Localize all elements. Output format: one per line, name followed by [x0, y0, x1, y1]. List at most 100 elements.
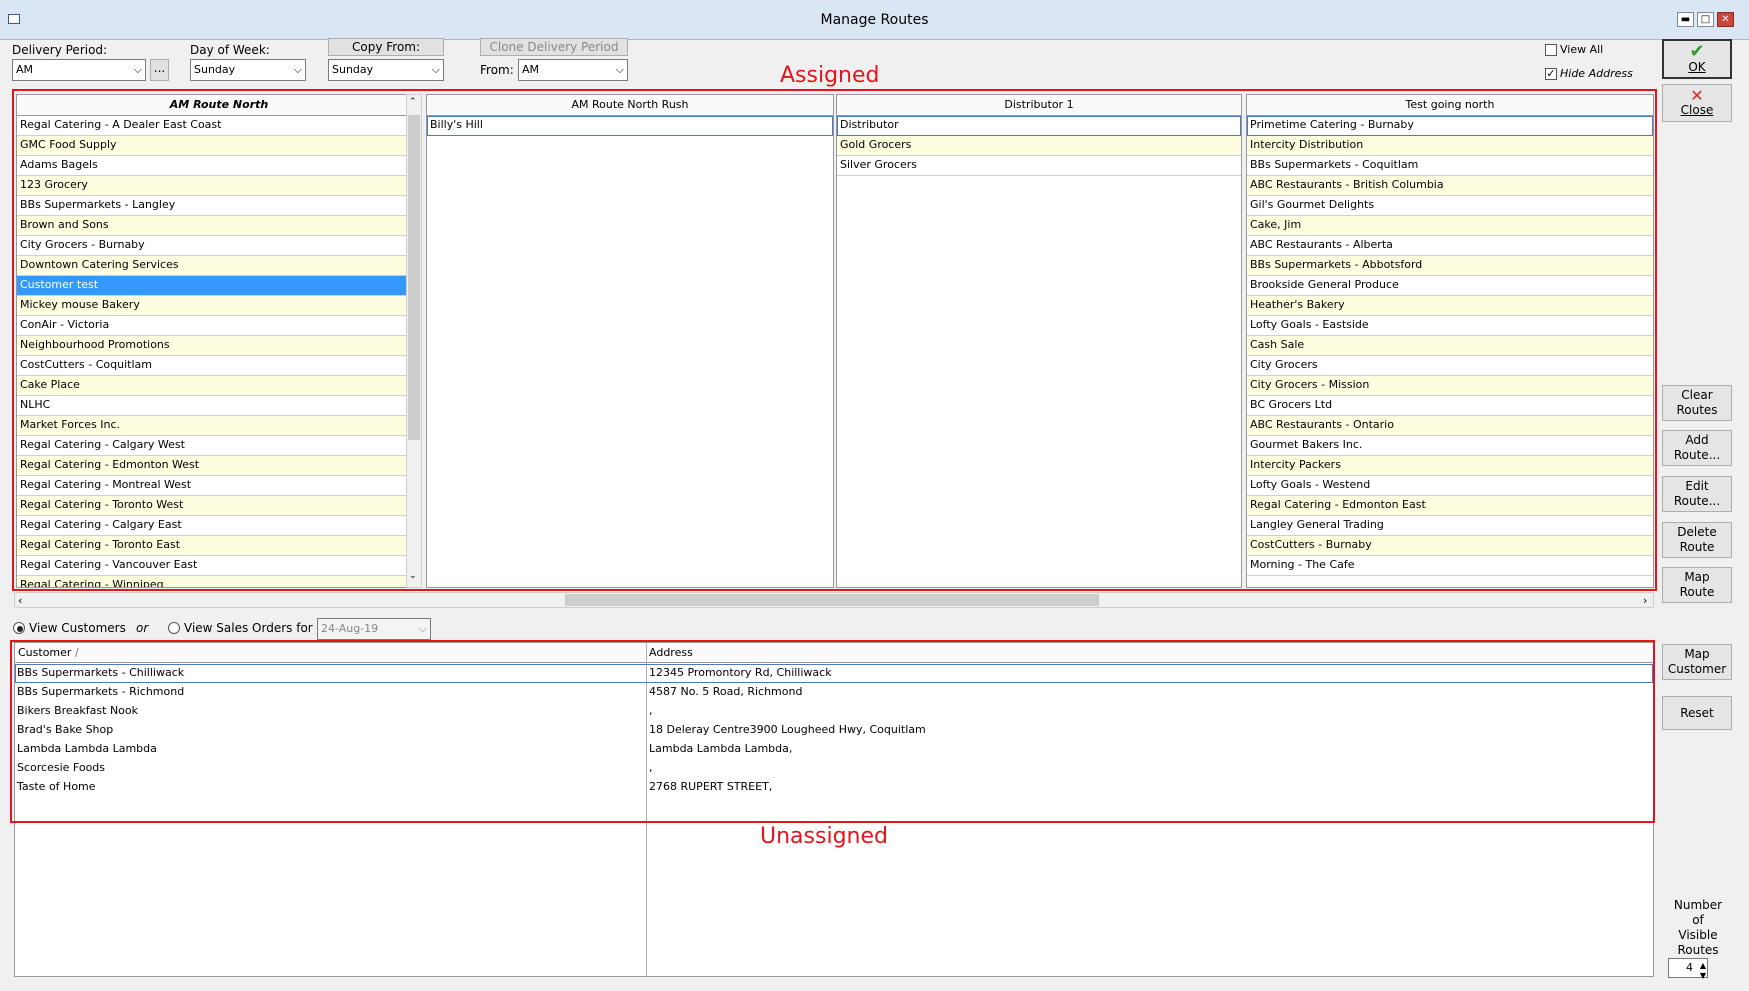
route-customer-row[interactable]: Intercity Packers — [1247, 456, 1653, 476]
copy-from-select[interactable]: Sunday ⌵ — [328, 59, 444, 81]
route-customer-row[interactable]: 123 Grocery — [17, 176, 421, 196]
route-customer-row[interactable]: Regal Catering - Montreal West — [17, 476, 421, 496]
route-customer-row[interactable]: Lofty Goals - Westend — [1247, 476, 1653, 496]
route-customer-row[interactable]: GMC Food Supply — [17, 136, 421, 156]
route-customer-row[interactable]: Lofty Goals - Eastside — [1247, 316, 1653, 336]
table-row[interactable]: Brad's Bake Shop 18 Deleray Centre3900 Lo… — [15, 721, 1653, 740]
day-of-week-select[interactable]: Sunday ⌵ — [190, 59, 306, 81]
route-vertical-scrollbar[interactable]: ⌃ ⌄ — [406, 94, 422, 588]
route-customer-row[interactable]: Neighbourhood Promotions — [17, 336, 421, 356]
route-customer-row[interactable]: Market Forces Inc. — [17, 416, 421, 436]
route-customer-row[interactable]: Morning - The Cafe — [1247, 556, 1653, 576]
close-button[interactable]: ✕ Close — [1662, 84, 1732, 122]
route-customer-row[interactable]: Cake, Jim — [1247, 216, 1653, 236]
route-customer-row[interactable]: Regal Catering - A Dealer East Coast — [17, 116, 421, 136]
route-customer-row[interactable]: Regal Catering - Edmonton West — [17, 456, 421, 476]
view-all-checkbox[interactable] — [1545, 44, 1557, 56]
route-customer-row[interactable]: Downtown Catering Services — [17, 256, 421, 276]
route-customer-row[interactable]: Mickey mouse Bakery — [17, 296, 421, 316]
table-row[interactable]: Bikers Breakfast Nook, — [15, 702, 1653, 721]
chevron-down-icon[interactable]: ⌄ — [409, 571, 417, 581]
table-row[interactable]: Taste of Home 2768 RUPERT STREET, — [15, 778, 1653, 797]
route-customer-row[interactable]: Gold Grocers — [837, 136, 1241, 156]
sales-orders-date-picker[interactable]: 24-Aug-19 ⌵ — [317, 618, 431, 640]
route-customer-row[interactable]: Regal Catering - Toronto East — [17, 536, 421, 556]
table-row[interactable]: BBs Supermarkets - Richmond 4587 No. 5 Ro… — [15, 683, 1653, 702]
maximize-button[interactable]: □ — [1697, 12, 1714, 27]
hide-address-label: Hide Address — [1560, 67, 1633, 80]
route-customer-row[interactable]: CostCutters - Coquitlam — [17, 356, 421, 376]
route-customer-row[interactable]: Intercity Distribution — [1247, 136, 1653, 156]
chevron-right-icon[interactable]: › — [1643, 594, 1647, 607]
ok-button[interactable]: ✔ OK — [1662, 39, 1732, 79]
route-customer-row[interactable]: BBs Supermarkets - Abbotsford — [1247, 256, 1653, 276]
route-customer-row[interactable]: Regal Catering - Vancouver East — [17, 556, 421, 576]
route-customer-row[interactable]: Billy's Hill — [427, 116, 833, 136]
window-close-button[interactable]: ✕ — [1717, 12, 1734, 27]
copy-from-button[interactable]: Copy From: — [328, 38, 444, 56]
route-customer-row[interactable]: CostCutters - Burnaby — [1247, 536, 1653, 556]
view-customers-radio[interactable] — [13, 622, 25, 634]
visible-routes-stepper[interactable]: 4 ▲ ▼ — [1668, 958, 1708, 980]
route-customer-row[interactable]: BC Grocers Ltd — [1247, 396, 1653, 416]
route-customer-row[interactable]: Primetime Catering - Burnaby — [1247, 116, 1653, 136]
route-customer-row[interactable]: Regal Catering - Calgary West — [17, 436, 421, 456]
route-customer-row[interactable]: BBs Supermarkets - Langley — [17, 196, 421, 216]
clear-routes-button[interactable]: Clear Routes — [1662, 385, 1732, 421]
route-customer-row[interactable]: City Grocers - Burnaby — [17, 236, 421, 256]
route-customer-row[interactable]: Regal Catering - Edmonton East — [1247, 496, 1653, 516]
route-customer-row[interactable]: ABC Restaurants - British Columbia — [1247, 176, 1653, 196]
route-header[interactable]: AM Route North Rush — [427, 95, 833, 116]
route-customer-row[interactable]: Langley General Trading — [1247, 516, 1653, 536]
scrollbar-thumb[interactable] — [408, 115, 420, 440]
add-route-button[interactable]: Add Route... — [1662, 430, 1732, 466]
from-select[interactable]: AM ⌵ — [518, 59, 628, 81]
minimize-button[interactable]: ▬ — [1677, 12, 1694, 27]
route-customer-row[interactable]: Distributor — [837, 116, 1241, 136]
route-header[interactable]: Distributor 1 — [837, 95, 1241, 116]
view-sales-orders-radio[interactable] — [168, 622, 180, 634]
delete-route-button[interactable]: Delete Route — [1662, 522, 1732, 558]
routes-horizontal-scrollbar[interactable]: ‹ › — [14, 592, 1654, 608]
table-row[interactable]: BBs Supermarkets - Chilliwack 12345 Promo… — [15, 664, 1653, 683]
route-customer-row[interactable]: Cake Place — [17, 376, 421, 396]
route-customer-row[interactable]: City Grocers — [1247, 356, 1653, 376]
route-customer-row[interactable]: Silver Grocers — [837, 156, 1241, 176]
route-customer-row[interactable]: NLHC — [17, 396, 421, 416]
route-customer-row[interactable]: ABC Restaurants - Alberta — [1247, 236, 1653, 256]
route-customer-row[interactable]: Cash Sale — [1247, 336, 1653, 356]
route-customer-row[interactable]: Adams Bagels — [17, 156, 421, 176]
route-customer-row[interactable]: Regal Catering - Toronto West — [17, 496, 421, 516]
route-customer-row[interactable]: City Grocers - Mission — [1247, 376, 1653, 396]
delivery-period-browse-button[interactable]: ... — [150, 59, 169, 81]
customer-column-header[interactable]: Customer / — [18, 646, 79, 659]
chevron-left-icon[interactable]: ‹ — [18, 594, 22, 607]
route-header[interactable]: Test going north — [1247, 95, 1653, 116]
route-customer-row[interactable]: BBs Supermarkets - Coquitlam — [1247, 156, 1653, 176]
route-customer-row[interactable]: Heather's Bakery — [1247, 296, 1653, 316]
route-customer-row[interactable]: Gil's Gourmet Delights — [1247, 196, 1653, 216]
route-customer-row[interactable]: ABC Restaurants - Ontario — [1247, 416, 1653, 436]
chevron-up-icon[interactable]: ⌃ — [409, 97, 417, 107]
route-customer-row[interactable]: ConAir - Victoria — [17, 316, 421, 336]
address-column-header[interactable]: Address — [649, 646, 693, 659]
edit-route-button[interactable]: Edit Route... — [1662, 476, 1732, 512]
reset-button[interactable]: Reset — [1662, 696, 1732, 730]
route-customer-row[interactable]: Brown and Sons — [17, 216, 421, 236]
delivery-period-select[interactable]: AM ⌵ — [12, 59, 146, 81]
clone-delivery-period-button[interactable]: Clone Delivery Period — [480, 38, 628, 56]
chevron-down-icon: ⌵ — [133, 63, 142, 76]
scrollbar-thumb[interactable] — [565, 594, 1099, 606]
hide-address-checkbox[interactable]: ✓ — [1545, 68, 1557, 80]
route-customer-row[interactable]: Customer test — [17, 276, 421, 296]
map-route-button[interactable]: Map Route — [1662, 567, 1732, 603]
chevron-down-icon[interactable]: ▼ — [1700, 967, 1706, 985]
route-header[interactable]: AM Route North — [17, 95, 421, 116]
table-row[interactable]: Lambda Lambda Lambda Lambda Lambda Lambda… — [15, 740, 1653, 759]
map-customer-button[interactable]: Map Customer — [1662, 644, 1732, 680]
table-row[interactable]: Scorcesie Foods, — [15, 759, 1653, 778]
route-customer-row[interactable]: Regal Catering - Calgary East — [17, 516, 421, 536]
route-customer-row[interactable]: Gourmet Bakers Inc. — [1247, 436, 1653, 456]
route-customer-row[interactable]: Brookside General Produce — [1247, 276, 1653, 296]
route-customer-row[interactable]: Regal Catering - Winnipeg — [17, 576, 421, 587]
